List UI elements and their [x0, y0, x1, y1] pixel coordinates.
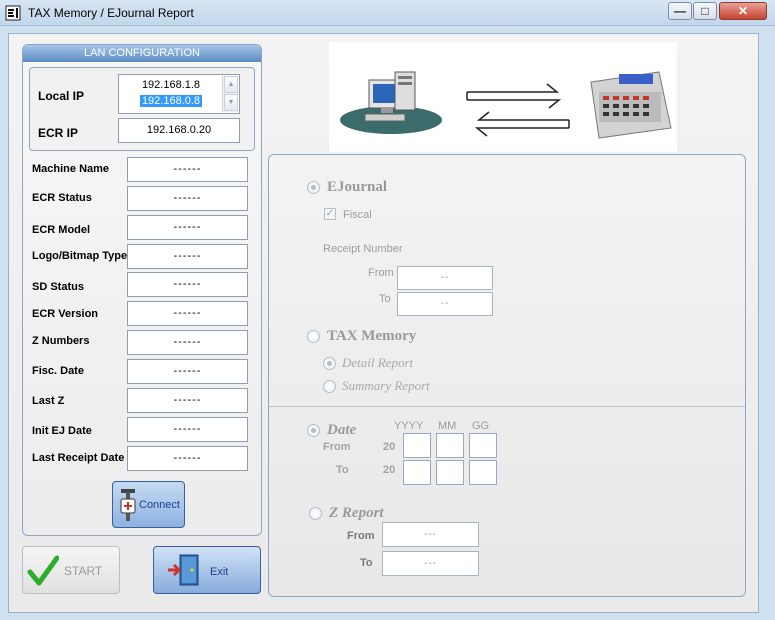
z-to-input[interactable]: ---	[382, 551, 479, 576]
z-to-label: To	[360, 557, 373, 569]
last-z-value: ------	[127, 388, 248, 413]
local-ip-scrollbar[interactable]: ▲ ▼	[222, 76, 238, 112]
section-divider	[269, 406, 745, 407]
local-ip-label: Local IP	[38, 89, 85, 103]
z-from-label: From	[347, 530, 375, 542]
fiscal-label: Fiscal	[343, 209, 372, 221]
date-from-label: From	[323, 441, 351, 453]
fiscal-checkbox[interactable]: ✓	[324, 208, 336, 220]
close-button[interactable]: ✕	[719, 2, 767, 20]
date-label: Date	[327, 422, 357, 438]
ejournal-label: EJournal	[327, 179, 388, 195]
detail-report-label: Detail Report	[342, 355, 414, 370]
title-bar: TAX Memory / EJournal Report — □ ✕	[0, 0, 775, 26]
connection-illustration	[329, 42, 677, 152]
field-label: Fisc. Date	[32, 365, 84, 377]
checkmark-icon	[27, 555, 59, 586]
minimize-button[interactable]: —	[668, 2, 692, 20]
report-options-group: EJournal ✓ Fiscal Receipt Number From --…	[268, 154, 746, 597]
maximize-icon: □	[701, 4, 709, 18]
minimize-icon: —	[674, 4, 686, 18]
connect-button[interactable]: Connect	[112, 481, 185, 528]
scroll-down-icon[interactable]: ▼	[224, 94, 238, 111]
z-from-input[interactable]: ---	[382, 522, 479, 547]
field-label: Last Z	[32, 395, 65, 407]
receipt-from-label: From	[368, 267, 394, 279]
z-report-radio[interactable]	[309, 507, 322, 520]
ejournal-radio[interactable]	[307, 181, 320, 194]
ip-panel: Local IP 192.168.1.8 192.168.0.8 ▲ ▼ ECR…	[29, 67, 255, 151]
exit-button[interactable]: Exit	[153, 546, 261, 594]
ecr-ip-input[interactable]: 192.168.0.20	[118, 118, 240, 143]
start-label: START	[64, 564, 103, 578]
detail-report-radio[interactable]	[323, 357, 336, 370]
gg-label: GG	[472, 420, 490, 432]
receipt-to-label: To	[379, 293, 391, 305]
field-label: Init EJ Date	[32, 425, 92, 437]
z-numbers-value: ------	[127, 330, 248, 355]
lan-configuration-header: LAN CONFIGURATION	[23, 45, 261, 62]
start-button[interactable]: START	[22, 546, 120, 594]
tax-memory-label: TAX Memory	[327, 328, 417, 344]
lan-configuration-group: LAN CONFIGURATION Local IP 192.168.1.8 1…	[22, 44, 262, 536]
last-receipt-date-value: ------	[127, 446, 248, 471]
field-label: ECR Status	[32, 192, 92, 204]
date-to-day-input[interactable]	[469, 460, 497, 485]
summary-report-label: Summary Report	[342, 378, 430, 393]
scroll-up-icon[interactable]: ▲	[224, 76, 238, 93]
logo-bitmap-type-value: ------	[127, 244, 248, 269]
fisc-date-value: ------	[127, 359, 248, 384]
date-from-year-input[interactable]	[403, 433, 431, 458]
local-ip-option[interactable]: 192.168.1.8	[120, 78, 222, 93]
sd-status-value: ------	[127, 272, 248, 297]
local-ip-list[interactable]: 192.168.1.8 192.168.0.8 ▲ ▼	[118, 74, 240, 114]
field-label: ECR Model	[32, 224, 91, 236]
date-to-year-input[interactable]	[403, 460, 431, 485]
date-from-day-input[interactable]	[469, 433, 497, 458]
pc-to-ecr-illustration-icon	[340, 71, 672, 139]
yyyy-label: YYYY	[394, 420, 424, 432]
field-label: Z Numbers	[32, 335, 90, 347]
window-title: TAX Memory / EJournal Report	[28, 6, 194, 20]
date-radio[interactable]	[307, 424, 320, 437]
ecr-status-value: ------	[127, 186, 248, 211]
exit-label: Exit	[210, 566, 229, 578]
connect-label: Connect	[139, 499, 180, 511]
field-label: Last Receipt Date	[32, 452, 125, 464]
close-icon: ✕	[737, 4, 749, 18]
mm-label: MM	[438, 420, 457, 432]
tax-memory-radio[interactable]	[307, 330, 320, 343]
app-icon	[5, 5, 21, 21]
ecr-model-value: ------	[127, 215, 248, 240]
date-to-century: 20	[383, 464, 396, 476]
date-to-label: To	[336, 464, 349, 476]
exit-door-icon	[168, 554, 199, 586]
field-label: SD Status	[32, 281, 84, 293]
receipt-number-label: Receipt Number	[323, 243, 403, 255]
summary-report-radio[interactable]	[323, 380, 336, 393]
init-ej-date-value: ------	[127, 417, 248, 442]
window-client: LAN CONFIGURATION Local IP 192.168.1.8 1…	[8, 33, 759, 613]
local-ip-option-selected[interactable]: 192.168.0.8	[120, 94, 222, 109]
z-report-label: Z Report	[329, 505, 384, 521]
machine-name-value: ------	[127, 157, 248, 182]
date-from-month-input[interactable]	[436, 433, 464, 458]
maximize-button[interactable]: □	[693, 2, 717, 20]
field-label: Machine Name	[32, 163, 110, 175]
date-from-century: 20	[383, 441, 396, 453]
field-label: ECR Version	[32, 308, 99, 320]
receipt-from-input[interactable]: --	[397, 266, 493, 290]
ecr-version-value: ------	[127, 301, 248, 326]
receipt-to-input[interactable]: --	[397, 292, 493, 316]
plug-icon	[120, 489, 136, 521]
ecr-ip-label: ECR IP	[38, 126, 79, 140]
date-to-month-input[interactable]	[436, 460, 464, 485]
field-label: Logo/Bitmap Type	[32, 250, 128, 262]
